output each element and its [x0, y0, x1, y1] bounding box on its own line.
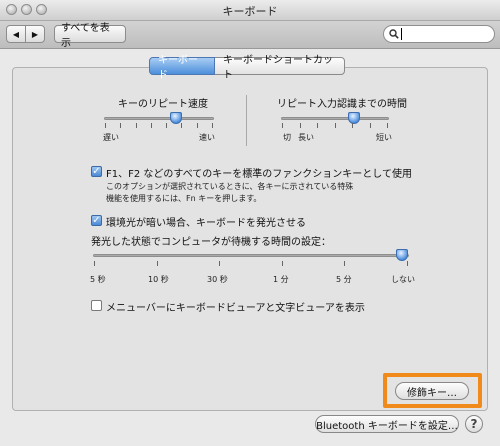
show-all-button[interactable]: すべてを表示: [54, 23, 126, 49]
idle-tick-10s: 10 秒: [148, 275, 169, 284]
repeat-delay-short-label: 短い: [376, 133, 392, 142]
fn-keys-note-line2: 機能を使用するには、Fn キーを押します。: [106, 194, 262, 203]
help-button[interactable]: ?: [465, 415, 483, 433]
window-title: キーボード: [222, 5, 278, 18]
illumination-label[interactable]: 環境光が暗い場合、キーボードを発光させる: [106, 214, 306, 229]
tab-keyboard-shortcuts[interactable]: キーボードショートカット: [215, 55, 345, 81]
forward-arrow-icon: ▶: [31, 29, 39, 39]
text-cursor: [401, 28, 402, 40]
toolbar: ◀ ▶ すべてを表示: [0, 21, 500, 49]
repeat-delay-slider-track[interactable]: [281, 117, 389, 120]
repeat-delay-ticks: [282, 123, 388, 128]
modifier-keys-button[interactable]: 修飾キー…: [395, 382, 469, 400]
illumination-checkbox[interactable]: ✓: [91, 215, 102, 226]
title-bar: キーボード: [0, 0, 500, 21]
preferences-window: キーボード ◀ ▶ すべてを表示 キーボード キーボードショートカット キーのリ…: [0, 0, 500, 446]
back-arrow-icon: ◀: [12, 29, 20, 39]
idle-tick-5s: 5 秒: [90, 275, 106, 284]
search-field[interactable]: [383, 25, 495, 43]
magnifier-icon: [389, 29, 399, 39]
section-divider: [246, 95, 247, 146]
forward-button[interactable]: ▶: [25, 25, 45, 43]
back-button[interactable]: ◀: [6, 25, 26, 43]
repeat-delay-long-label: 長い: [298, 133, 314, 142]
key-repeat-slider-track[interactable]: [104, 117, 214, 120]
idle-tick-never: しない: [391, 275, 415, 284]
idle-tick-1m: 1 分: [273, 275, 289, 284]
repeat-delay-title: リピート入力認識までの時間: [277, 99, 407, 110]
fn-keys-checkbox[interactable]: ✓: [91, 166, 102, 177]
key-repeat-slow-label: 遅い: [103, 133, 119, 142]
idle-time-slider-track[interactable]: [93, 254, 409, 257]
menubar-viewer-label[interactable]: メニューバーにキーボードビューアと文字ビューアを表示: [106, 299, 365, 314]
idle-time-title: 発光した状態でコンピュータが待機する時間の設定：: [91, 237, 331, 248]
idle-time-slider-knob[interactable]: [396, 249, 408, 261]
idle-tick-30s: 30 秒: [207, 275, 228, 284]
menubar-viewer-checkbox[interactable]: [91, 300, 102, 311]
key-repeat-title: キーのリピート速度: [118, 99, 208, 110]
idle-time-ticks: [94, 261, 408, 266]
fn-keys-note-line1: このオプションが選択されているときに、各キーに示されている特殊: [106, 182, 354, 191]
fn-keys-label[interactable]: F1、F2 などのすべてのキーを標準のファンクションキーとして使用: [106, 165, 412, 180]
tab-bar: キーボード キーボードショートカット: [149, 55, 345, 81]
tab-keyboard[interactable]: キーボード: [149, 55, 215, 81]
bluetooth-keyboard-button[interactable]: Bluetooth キーボードを設定…: [315, 415, 459, 433]
idle-tick-5m: 5 分: [336, 275, 352, 284]
repeat-delay-off-label: 切: [283, 133, 291, 142]
key-repeat-fast-label: 速い: [199, 133, 215, 142]
key-repeat-ticks: [105, 123, 213, 128]
